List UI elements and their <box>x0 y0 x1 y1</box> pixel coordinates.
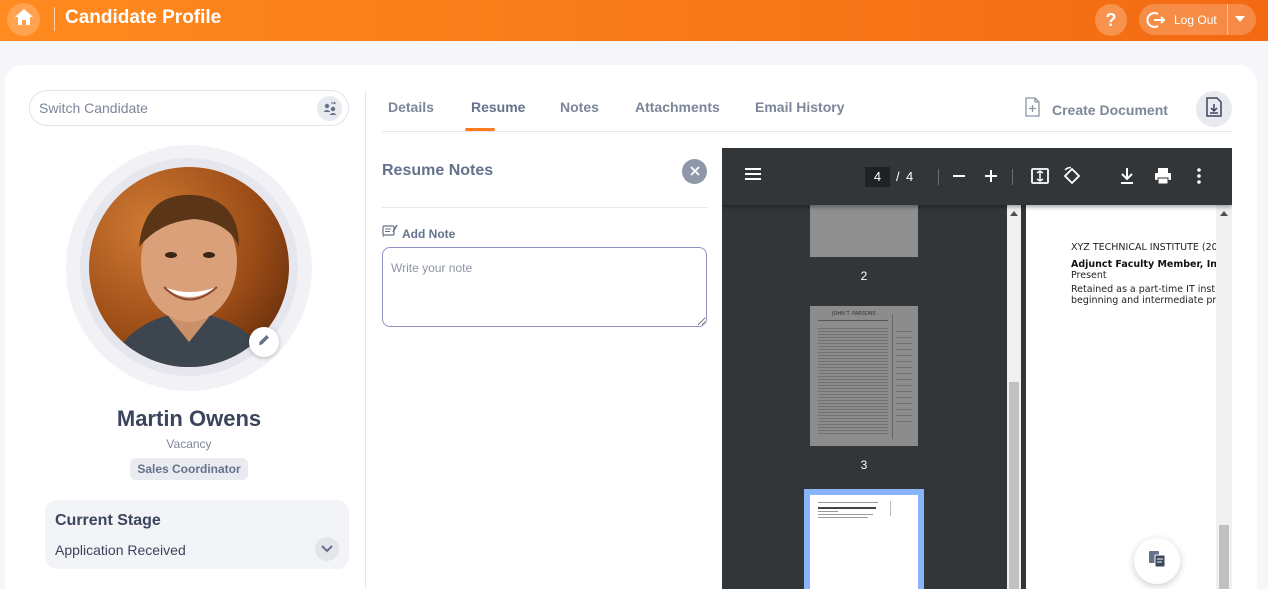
tab-resume[interactable]: Resume <box>471 99 525 115</box>
thumbnail-label: 3 <box>860 458 868 472</box>
column-divider <box>365 90 366 589</box>
top-bar: Candidate Profile ? Log Out <box>0 0 1268 41</box>
thumbnail-heading: JOHN T. PARSONS <box>832 311 876 317</box>
download-file-button[interactable] <box>1196 91 1232 127</box>
chevron-down-icon <box>321 540 333 558</box>
switch-candidate-input[interactable] <box>39 100 309 116</box>
header-divider <box>54 7 55 31</box>
thumbnail-pane: 2 JOHN T. PARSONS 3 <box>722 205 1005 589</box>
logout-label: Log Out <box>1174 12 1217 27</box>
page-text-line: Present <box>1071 270 1107 281</box>
page-text-line: beginning and intermediate pr <box>1071 295 1216 306</box>
pdf-toolbar: 4 / 4 <box>722 148 1232 205</box>
thumb-text-line <box>818 514 873 515</box>
thumb-rule <box>818 320 888 321</box>
tab-notes[interactable]: Notes <box>560 99 599 115</box>
file-plus-icon <box>1024 97 1041 122</box>
candidate-name: Martin Owens <box>116 406 262 431</box>
page-total: 4 <box>906 169 914 184</box>
tab-details[interactable]: Details <box>388 99 434 115</box>
minus-icon[interactable] <box>952 169 966 183</box>
thumbnail-label: 2 <box>860 269 868 283</box>
documents-fab[interactable] <box>1134 538 1180 584</box>
thumb-side-lines <box>896 326 912 426</box>
pdf-viewer: 4 / 4 2 JOHN T. PARSONS 3 XYZ TECHNICAL … <box>722 148 1232 589</box>
stage-value: Application Received <box>55 542 186 558</box>
rotate-icon[interactable] <box>1062 166 1082 186</box>
stage-title: Current Stage <box>55 512 161 529</box>
pdf-page: XYZ TECHNICAL INSTITUTE (20 Adjunct Facu… <box>1026 205 1216 589</box>
fit-page-icon[interactable] <box>1031 167 1049 185</box>
page-number-input[interactable]: 4 <box>865 167 890 187</box>
vacancy-badge: Sales Coordinator <box>130 458 248 480</box>
thumb-text-line <box>818 507 876 509</box>
thumb-text-line <box>818 517 868 518</box>
more-vertical-icon[interactable] <box>1196 167 1202 185</box>
note-icon <box>382 224 398 243</box>
home-icon <box>14 8 34 31</box>
page-text-line: Retained as a part-time IT inst <box>1071 284 1216 295</box>
thumb-text-line <box>818 502 878 503</box>
resume-notes-title: Resume Notes <box>382 162 494 179</box>
thumb-column-rule <box>890 501 891 516</box>
page-title: Candidate Profile <box>65 7 222 28</box>
create-document-button[interactable]: Create Document <box>1024 97 1168 122</box>
scroll-up-arrow[interactable] <box>1220 211 1228 216</box>
scroll-up-arrow[interactable] <box>1010 211 1018 216</box>
vacancy-label: Vacancy <box>166 437 212 451</box>
add-note-label: Add Note <box>402 226 456 241</box>
scrollbar-thumb[interactable] <box>1219 525 1229 589</box>
close-notes-button[interactable] <box>682 159 707 184</box>
page-text-line: XYZ TECHNICAL INSTITUTE (20 <box>1071 242 1216 253</box>
thumbnail-page-4-selected[interactable] <box>804 489 924 589</box>
close-icon <box>689 163 700 181</box>
logout-button[interactable]: Log Out <box>1139 4 1256 35</box>
toolbar-separator <box>938 169 939 185</box>
menu-icon[interactable] <box>744 167 762 181</box>
thumb-column-rule <box>892 314 893 439</box>
pencil-icon <box>257 333 271 352</box>
toolbar-separator <box>1012 169 1013 185</box>
thumbnail-page-4 <box>810 495 918 589</box>
scrollbar-thumb[interactable] <box>1009 382 1019 589</box>
thumb-text-lines <box>818 326 888 436</box>
plus-icon[interactable] <box>984 169 998 183</box>
thumbnail-page-2[interactable] <box>810 205 918 257</box>
page-separator: / <box>896 169 900 184</box>
print-icon[interactable] <box>1154 167 1172 185</box>
help-button[interactable]: ? <box>1095 4 1127 36</box>
stage-dropdown-button[interactable] <box>315 537 339 561</box>
tab-email-history[interactable]: Email History <box>755 99 844 115</box>
current-stage: Current Stage Application Received <box>45 500 349 569</box>
page-scrollbar[interactable] <box>1216 205 1232 589</box>
thumbnail-page-3[interactable]: JOHN T. PARSONS <box>810 306 918 446</box>
switch-users-icon[interactable] <box>317 96 342 121</box>
logout-icon <box>1145 9 1167 31</box>
switch-candidate <box>29 90 349 126</box>
add-note-button[interactable]: Add Note <box>382 224 455 243</box>
thumbnail-scrollbar[interactable] <box>1007 205 1021 589</box>
note-input[interactable] <box>382 247 707 327</box>
tab-attachments[interactable]: Attachments <box>635 99 720 115</box>
active-tab-indicator <box>465 128 495 131</box>
thumb-text-line <box>818 511 838 512</box>
home-button[interactable] <box>7 3 40 36</box>
chevron-down-icon[interactable] <box>1235 16 1245 22</box>
download-icon[interactable] <box>1119 167 1135 185</box>
logout-separator <box>1227 4 1228 35</box>
create-document-label: Create Document <box>1052 101 1168 118</box>
edit-avatar-button[interactable] <box>249 327 279 357</box>
page-text-line: Adjunct Faculty Member, In <box>1071 259 1216 270</box>
download-file-icon <box>1205 96 1223 122</box>
documents-icon <box>1147 549 1167 574</box>
notes-divider <box>382 207 707 208</box>
